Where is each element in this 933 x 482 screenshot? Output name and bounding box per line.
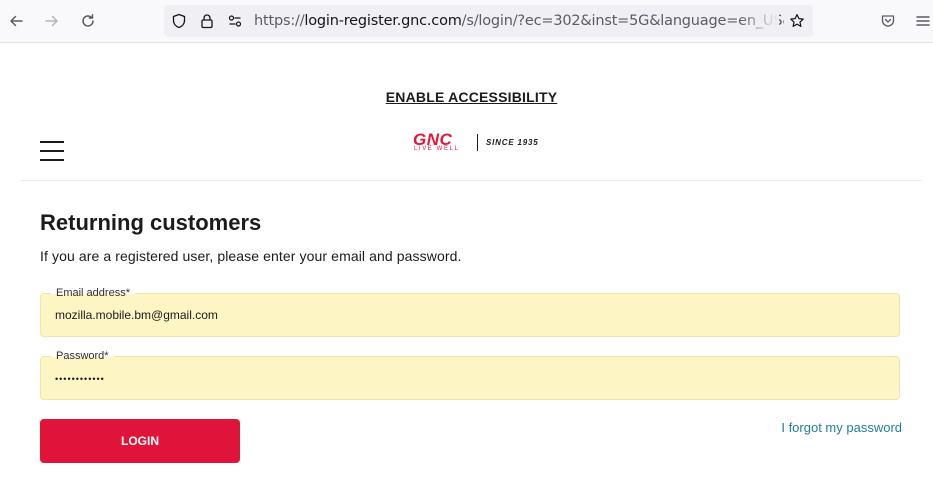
lock-icon[interactable] xyxy=(198,12,216,30)
pocket-button[interactable] xyxy=(875,8,901,34)
url-path: /s/login/?ec=302&inst=5G&language=en_US&… xyxy=(461,13,784,29)
password-field[interactable]: Password* •••••••••••• xyxy=(40,350,900,400)
url-bar[interactable]: https://login-register.gnc.com/s/login/?… xyxy=(164,5,813,37)
forward-button[interactable] xyxy=(39,8,65,34)
password-label: Password* xyxy=(51,350,114,363)
header-divider xyxy=(20,180,922,181)
reload-button[interactable] xyxy=(75,8,101,34)
shield-icon[interactable] xyxy=(170,12,188,30)
enable-accessibility-link[interactable]: ENABLE ACCESSIBILITY xyxy=(0,89,933,105)
url-text[interactable]: https://login-register.gnc.com/s/login/?… xyxy=(254,5,784,37)
email-value[interactable]: mozilla.mobile.bm@gmail.com xyxy=(55,308,218,322)
arrow-left-icon xyxy=(10,15,23,27)
reload-icon xyxy=(82,14,94,27)
password-value[interactable]: •••••••••••• xyxy=(55,374,105,384)
login-button[interactable]: LOGIN xyxy=(40,419,240,463)
permissions-icon[interactable] xyxy=(226,12,244,30)
gnc-logo[interactable]: GNC LIVE WELL SINCE 1935 xyxy=(413,131,553,155)
browser-toolbar: https://login-register.gnc.com/s/login/?… xyxy=(0,0,933,43)
back-button[interactable] xyxy=(3,8,29,34)
logo-divider xyxy=(477,134,478,151)
hamburger-icon xyxy=(916,16,930,26)
url-fade xyxy=(739,5,779,37)
logo-tagline: LIVE WELL xyxy=(414,146,460,152)
email-label: Email address* xyxy=(51,287,135,300)
page-subtitle: If you are a registered user, please ent… xyxy=(40,248,462,264)
email-field[interactable]: Email address* mozilla.mobile.bm@gmail.c… xyxy=(40,287,900,337)
url-prefix: https:// xyxy=(254,13,305,29)
logo-since: SINCE 1935 xyxy=(486,138,539,147)
app-menu-button[interactable] xyxy=(910,8,933,34)
page-title: Returning customers xyxy=(40,210,262,235)
forgot-password-link[interactable]: I forgot my password xyxy=(781,420,902,435)
arrow-right-icon xyxy=(45,15,58,27)
site-menu-icon[interactable] xyxy=(40,141,64,161)
star-icon[interactable] xyxy=(788,12,806,30)
pocket-icon xyxy=(881,15,895,27)
url-host: login-register.gnc.com xyxy=(304,13,462,29)
